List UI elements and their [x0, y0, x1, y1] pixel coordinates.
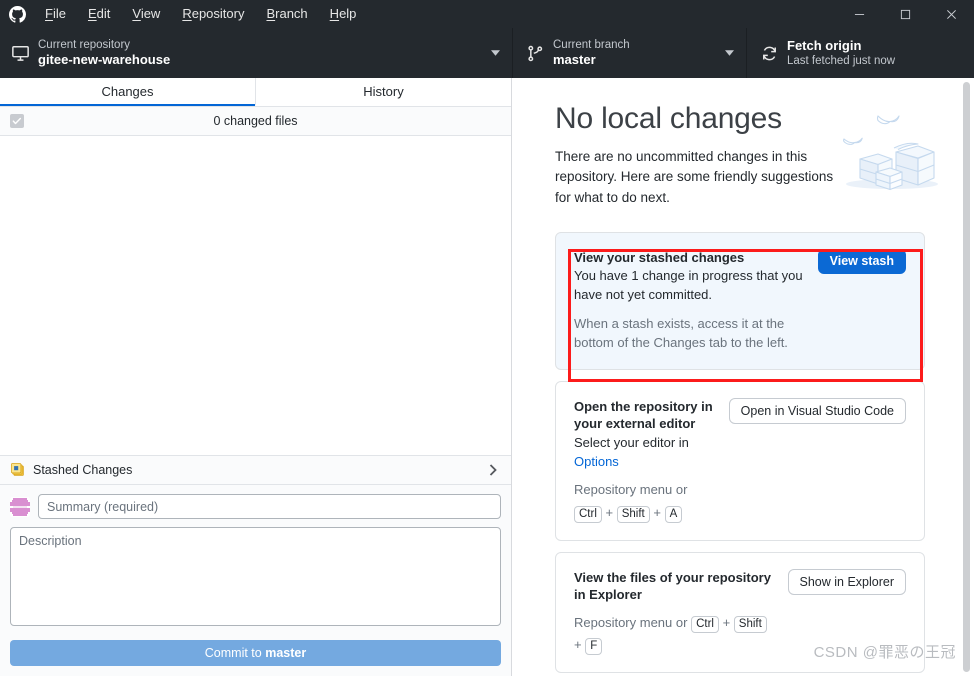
desktop-screen-icon — [12, 45, 38, 62]
window-controls — [836, 0, 974, 28]
chevron-down-icon — [722, 50, 736, 56]
tab-changes[interactable]: Changes — [0, 78, 255, 106]
current-repository-label: Current repository — [38, 38, 131, 51]
page-title: No local changes — [555, 102, 782, 135]
select-all-checkbox[interactable] — [10, 114, 24, 128]
menu-repository[interactable]: Repository — [171, 0, 255, 28]
chevron-down-icon — [488, 50, 502, 56]
tab-history[interactable]: History — [255, 78, 511, 106]
card-view-stashed-changes: View your stashed changes You have 1 cha… — [555, 231, 925, 370]
fetch-origin-status: Last fetched just now — [787, 54, 896, 67]
open-in-editor-button[interactable]: Open in Visual Studio Code — [728, 397, 906, 424]
commit-button-branch: master — [265, 646, 307, 660]
show-in-explorer-button[interactable]: Show in Explorer — [787, 568, 906, 595]
sidebar-tabs: Changes History — [0, 78, 511, 107]
current-branch-label: Current branch — [553, 38, 630, 51]
maximize-icon[interactable] — [882, 0, 928, 28]
fetch-origin-label: Fetch origin — [787, 37, 862, 53]
menu-help[interactable]: Help — [319, 0, 368, 28]
key-shift: Shift — [733, 615, 767, 633]
checkmark-icon — [12, 117, 22, 125]
card-hint: Repository menu or Ctrl + Shift + F — [574, 612, 776, 656]
identicon-avatar — [10, 496, 30, 517]
changes-sidebar: Changes History 0 changed files Stashed … — [0, 78, 512, 676]
menu-branch[interactable]: Branch — [255, 0, 318, 28]
tab-changes-label: Changes — [101, 83, 154, 99]
vertical-scrollbar[interactable] — [963, 82, 970, 672]
card-open-external-editor: Open the repository in your external edi… — [555, 380, 925, 541]
card-action: View stash — [817, 248, 906, 274]
card-hint: Repository menu or Ctrl + Shift + A — [574, 479, 717, 523]
key-shift: Shift — [616, 505, 650, 523]
file-list-empty — [0, 136, 511, 455]
card-action: Show in Explorer — [787, 568, 906, 595]
title-bar: File Edit View Repository Branch Help — [0, 0, 974, 28]
tab-history-label: History — [363, 83, 404, 99]
commit-summary-input[interactable] — [38, 494, 501, 519]
changed-files-count: 0 changed files — [213, 114, 298, 128]
commit-button-prefix: Commit to — [204, 646, 266, 660]
current-branch-button[interactable]: Current branch master — [512, 28, 747, 78]
chevron-right-icon[interactable] — [485, 464, 501, 476]
card-hint-prefix: Repository menu or — [574, 482, 688, 498]
card-title: View your stashed changes — [574, 249, 745, 265]
main-body: Changes History 0 changed files Stashed … — [0, 78, 974, 676]
commit-form: Commit to master — [0, 485, 511, 676]
current-repository-button[interactable]: Current repository gitee-new-warehouse — [0, 28, 512, 78]
card-body: View your stashed changes You have 1 cha… — [574, 249, 806, 353]
toolbar: Current repository gitee-new-warehouse C… — [0, 28, 974, 78]
no-changes-panel: No local changes There are no uncommitte… — [512, 78, 974, 676]
page-subtitle: There are no uncommitted changes in this… — [555, 149, 834, 205]
current-repository-value: gitee-new-warehouse — [38, 52, 171, 68]
menu-edit[interactable]: Edit — [77, 0, 121, 28]
github-desktop-window: File Edit View Repository Branch Help Cu… — [0, 0, 974, 676]
card-text-prefix: Select your editor in — [574, 434, 689, 450]
card-title: View the files of your repository in Exp… — [574, 569, 771, 603]
sync-refresh-icon — [761, 45, 787, 62]
menu-file[interactable]: File — [34, 0, 77, 28]
stashed-changes-label: Stashed Changes — [33, 463, 133, 477]
card-text: You have 1 change in progress that you h… — [574, 268, 803, 303]
options-link[interactable]: Options — [574, 454, 619, 469]
close-icon[interactable] — [928, 0, 974, 28]
card-note: When a stash exists, access it at the bo… — [574, 315, 788, 350]
key-f: F — [585, 637, 603, 655]
minimize-icon[interactable] — [836, 0, 882, 28]
menu-view[interactable]: View — [121, 0, 171, 28]
view-stash-button[interactable]: View stash — [817, 248, 906, 274]
card-show-in-explorer: View the files of your repository in Exp… — [555, 551, 925, 673]
card-action: Open in Visual Studio Code — [728, 397, 906, 424]
menu-bar: File Edit View Repository Branch Help — [34, 0, 367, 28]
commit-summary-row — [10, 494, 501, 519]
fetch-origin-button[interactable]: Fetch origin Last fetched just now — [747, 28, 974, 78]
card-title: Open the repository in your external edi… — [574, 398, 713, 432]
card-body: Open the repository in your external edi… — [574, 398, 717, 524]
key-ctrl: Ctrl — [691, 615, 719, 633]
card-text: Select your editor in Options — [574, 434, 717, 472]
card-body: View the files of your repository in Exp… — [574, 569, 776, 656]
stashed-changes-row[interactable]: Stashed Changes — [0, 455, 511, 485]
commit-to-branch-button[interactable]: Commit to master — [10, 640, 501, 666]
blank-slate: No local changes There are no uncommitte… — [512, 78, 974, 676]
github-octocat-icon — [0, 0, 34, 28]
commit-description-input[interactable] — [10, 527, 501, 626]
suggestion-cards: View your stashed changes You have 1 cha… — [555, 231, 925, 673]
stash-cards-icon — [11, 462, 33, 478]
key-ctrl: Ctrl — [574, 505, 602, 523]
changed-files-header: 0 changed files — [0, 107, 511, 136]
key-a: A — [664, 505, 683, 523]
git-branch-icon — [527, 45, 553, 62]
card-hint-prefix: Repository menu or — [574, 614, 692, 630]
current-branch-value: master — [553, 52, 596, 68]
